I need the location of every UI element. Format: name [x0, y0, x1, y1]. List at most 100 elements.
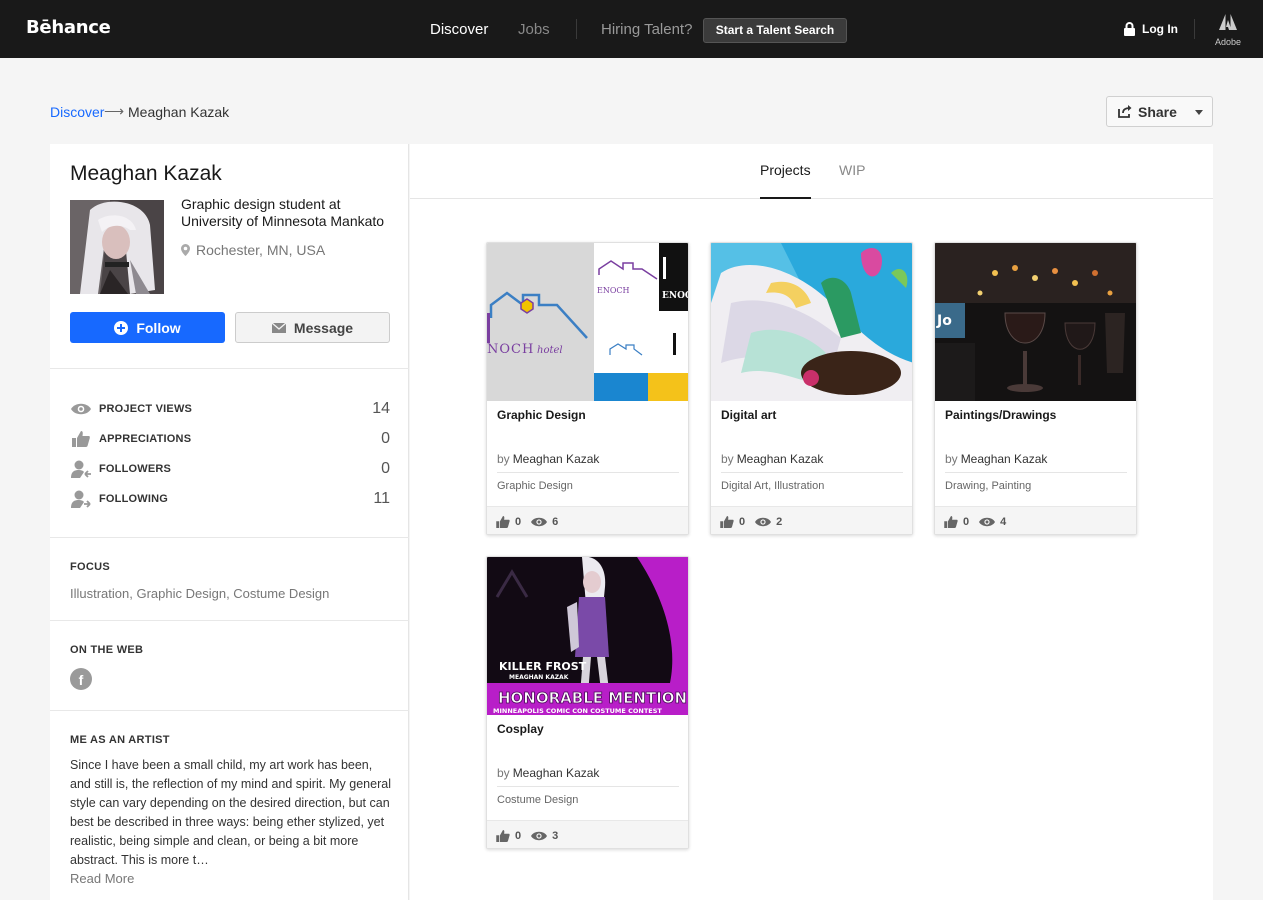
eye-icon [531, 831, 548, 840]
divider [50, 710, 409, 711]
svg-text:NOCH: NOCH [487, 342, 534, 357]
eye-icon [755, 517, 772, 526]
facebook-icon[interactable]: f [70, 668, 92, 690]
stat-label: PROJECT VIEWS [99, 403, 193, 415]
artist-statement: Since I have been a small child, my art … [70, 758, 391, 867]
stat-label: APPRECIATIONS [99, 433, 192, 445]
share-label: Share [1138, 103, 1177, 120]
by-label: by [945, 452, 958, 466]
tab-projects[interactable]: Projects [760, 162, 811, 178]
focus-heading: FOCUS [70, 561, 110, 573]
project-cover[interactable] [711, 243, 912, 401]
nav-divider [576, 19, 577, 39]
project-stats: 0 6 [487, 506, 688, 534]
location-pin-icon [181, 244, 190, 256]
project-card[interactable]: KILLER FROST MEAGHAN KAZAK HONORABLE MEN… [486, 556, 689, 849]
project-author[interactable]: Meaghan Kazak [737, 452, 824, 466]
envelope-icon [271, 322, 286, 333]
thumbs-up-icon [496, 829, 510, 842]
divider [497, 472, 679, 473]
breadcrumb-discover[interactable]: Discover [50, 104, 104, 120]
svg-text:MEAGHAN KAZAK: MEAGHAN KAZAK [509, 674, 569, 681]
project-fields[interactable]: Graphic Design [497, 480, 573, 492]
svg-text:hotel: hotel [537, 345, 563, 356]
project-author[interactable]: Meaghan Kazak [961, 452, 1048, 466]
project-fields[interactable]: Digital Art, Illustration [721, 480, 824, 492]
nav-discover-link[interactable]: Discover [430, 21, 488, 38]
project-stats: 0 4 [935, 506, 1136, 534]
projects-panel: Projects WIP NOCH hotel ENOCH ENOCH [410, 144, 1213, 900]
tab-wip[interactable]: WIP [839, 162, 865, 178]
share-button[interactable]: Share [1106, 96, 1213, 127]
stat-value: 11 [373, 490, 390, 507]
adobe-icon [1219, 14, 1237, 30]
view-count: 2 [776, 515, 783, 528]
thumbs-up-icon [70, 431, 92, 447]
svg-text:KILLER FROST: KILLER FROST [499, 660, 587, 673]
location-label: Rochester, MN, USA [196, 242, 326, 258]
breadcrumb-arrow: ⟶ [104, 103, 125, 119]
read-more-link[interactable]: Read More [70, 871, 134, 886]
lock-icon [1124, 22, 1135, 36]
followers-icon [70, 460, 92, 478]
nav-hiring-link[interactable]: Hiring Talent? [601, 21, 692, 38]
thumbs-up-icon [944, 515, 958, 528]
project-card[interactable]: Jo Paintings/Drawings by Meaghan Kazak Dr… [934, 242, 1137, 535]
breadcrumb-current: Meaghan Kazak [128, 104, 230, 120]
follow-button[interactable]: Follow [70, 312, 225, 343]
login-link[interactable]: Log In [1124, 21, 1178, 37]
by-label: by [497, 452, 510, 466]
artist-heading: ME AS AN ARTIST [70, 734, 170, 746]
talent-search-button[interactable]: Start a Talent Search [703, 18, 847, 43]
project-card[interactable]: NOCH hotel ENOCH ENOCH Graphic Design by… [486, 242, 689, 535]
project-stats: 0 2 [711, 506, 912, 534]
stat-following: FOLLOWING 11 [70, 489, 390, 509]
profile-bio: Graphic design student at University of … [181, 196, 385, 229]
project-cover[interactable]: KILLER FROST MEAGHAN KAZAK HONORABLE MEN… [487, 557, 688, 715]
stat-label: FOLLOWING [99, 493, 169, 505]
project-title[interactable]: Graphic Design [497, 408, 586, 422]
svg-text:HONORABLE MENTION: HONORABLE MENTION [498, 689, 687, 707]
divider [50, 620, 409, 621]
project-byline: by Meaghan Kazak [945, 452, 1047, 466]
thumbs-up-icon [496, 515, 510, 528]
divider [497, 786, 679, 787]
project-author[interactable]: Meaghan Kazak [513, 766, 600, 780]
svg-text:Jo: Jo [936, 313, 952, 329]
project-byline: by Meaghan Kazak [721, 452, 823, 466]
message-button[interactable]: Message [235, 312, 390, 343]
stat-project-views: PROJECT VIEWS 14 [70, 399, 390, 419]
login-label: Log In [1142, 22, 1178, 36]
share-dropdown-icon[interactable] [1195, 110, 1203, 115]
divider [945, 472, 1127, 473]
follow-label: Follow [136, 319, 181, 336]
project-title[interactable]: Cosplay [497, 722, 544, 736]
project-byline: by Meaghan Kazak [497, 766, 599, 780]
project-fields[interactable]: Drawing, Painting [945, 480, 1031, 492]
behance-logo[interactable]: Bēhance [26, 17, 111, 38]
project-cover[interactable]: NOCH hotel ENOCH ENOCH [487, 243, 688, 401]
profile-sidebar: Meaghan Kazak Graphic design student at … [50, 144, 409, 900]
project-fields[interactable]: Costume Design [497, 794, 578, 806]
by-label: by [721, 452, 734, 466]
project-author[interactable]: Meaghan Kazak [513, 452, 600, 466]
project-title[interactable]: Digital art [721, 408, 776, 422]
view-count: 6 [552, 515, 559, 528]
view-count: 3 [552, 829, 559, 842]
share-icon [1118, 105, 1132, 118]
avatar[interactable] [70, 200, 164, 294]
nav-jobs-link[interactable]: Jobs [518, 21, 550, 38]
project-title[interactable]: Paintings/Drawings [945, 408, 1056, 422]
on-the-web-heading: ON THE WEB [70, 644, 144, 656]
svg-text:MINNEAPOLIS COMIC CON COSTUME: MINNEAPOLIS COMIC CON COSTUME CONTEST [493, 707, 662, 715]
following-icon [70, 490, 92, 508]
tabs-bar: Projects WIP [410, 144, 1213, 199]
message-label: Message [293, 319, 354, 336]
stat-appreciations: APPRECIATIONS 0 [70, 429, 390, 449]
project-cover[interactable]: Jo [935, 243, 1136, 401]
plus-circle-icon [114, 320, 129, 335]
divider [721, 472, 903, 473]
adobe-link[interactable]: Adobe [1213, 14, 1243, 47]
project-card[interactable]: Digital art by Meaghan Kazak Digital Art,… [710, 242, 913, 535]
view-count: 4 [1000, 515, 1007, 528]
